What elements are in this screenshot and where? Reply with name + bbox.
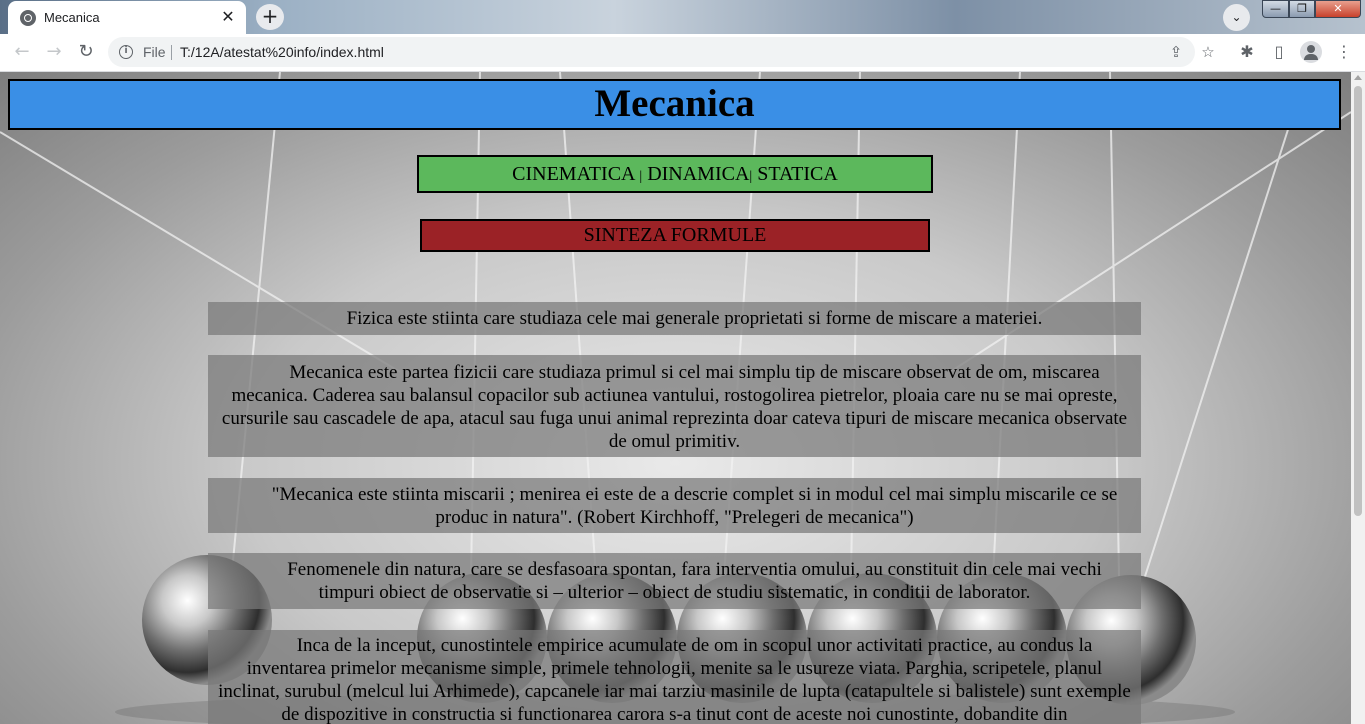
paragraph: Fizica este stiinta care studiaza cele m… bbox=[208, 302, 1141, 335]
browser-tab[interactable]: Mecanica ✕ bbox=[8, 1, 246, 34]
nav-link-statica[interactable]: STATICA bbox=[757, 163, 838, 185]
side-panel-icon[interactable]: ▯ bbox=[1268, 41, 1290, 63]
page-header: Mecanica bbox=[8, 79, 1341, 130]
paragraph: Inca de la inceput, cunostintele empiric… bbox=[208, 630, 1141, 724]
divider bbox=[171, 45, 172, 60]
share-icon[interactable]: ⇪ bbox=[1166, 42, 1186, 62]
window-close-button[interactable]: ✕ bbox=[1315, 0, 1361, 18]
maximize-button[interactable]: ❐ bbox=[1289, 0, 1315, 18]
minimize-button[interactable]: — bbox=[1262, 0, 1289, 18]
nav-separator: | bbox=[749, 169, 753, 184]
formule-link-box: SINTEZA FORMULE bbox=[420, 219, 930, 252]
scheme-label: File bbox=[143, 44, 166, 60]
scroll-up-arrow-icon[interactable] bbox=[1354, 75, 1362, 80]
nav-separator: | bbox=[639, 169, 643, 184]
profile-icon[interactable] bbox=[1300, 41, 1322, 63]
topic-nav: CINEMATICA | DINAMICA| STATICA bbox=[417, 155, 933, 193]
info-icon[interactable]: i bbox=[119, 45, 133, 59]
globe-icon bbox=[20, 10, 36, 26]
url-text[interactable]: T:/12A/atestat%20info/index.html bbox=[180, 44, 384, 60]
puzzle-icon[interactable]: ✱ bbox=[1236, 41, 1258, 63]
chevron-down-icon[interactable]: ⌄ bbox=[1223, 4, 1250, 31]
scroll-thumb[interactable] bbox=[1354, 86, 1362, 516]
paragraph: Fenomenele din natura, care se desfasoar… bbox=[208, 553, 1141, 609]
nav-link-sinteza-formule[interactable]: SINTEZA FORMULE bbox=[584, 224, 767, 246]
vertical-scrollbar[interactable] bbox=[1351, 72, 1365, 724]
nav-link-cinematica[interactable]: CINEMATICA bbox=[512, 163, 634, 185]
nav-link-dinamica[interactable]: DINAMICA bbox=[647, 163, 749, 185]
reload-icon[interactable]: ↻ bbox=[74, 40, 98, 64]
forward-arrow-icon[interactable]: → bbox=[42, 40, 66, 64]
page-title: Mecanica bbox=[594, 82, 755, 125]
page-viewport: Mecanica CINEMATICA | DINAMICA| STATICA … bbox=[0, 72, 1351, 724]
browser-toolbar: ← → ↻ i File T:/12A/atestat%20info/index… bbox=[0, 34, 1365, 72]
close-icon[interactable]: ✕ bbox=[218, 7, 238, 27]
title-bar: Mecanica ✕ + ⌄ — ❐ ✕ bbox=[0, 0, 1365, 34]
paragraph: "Mecanica este stiinta miscarii ; menire… bbox=[208, 478, 1141, 533]
back-arrow-icon[interactable]: ← bbox=[10, 40, 34, 64]
address-bar[interactable]: i File T:/12A/atestat%20info/index.html … bbox=[108, 37, 1215, 67]
kebab-menu-icon[interactable]: ⋮ bbox=[1333, 41, 1355, 63]
paragraph: Mecanica este partea fizicii care studia… bbox=[208, 355, 1141, 457]
star-icon[interactable]: ☆ bbox=[1198, 42, 1218, 62]
new-tab-button[interactable]: + bbox=[256, 4, 284, 30]
tab-title: Mecanica bbox=[44, 10, 100, 25]
